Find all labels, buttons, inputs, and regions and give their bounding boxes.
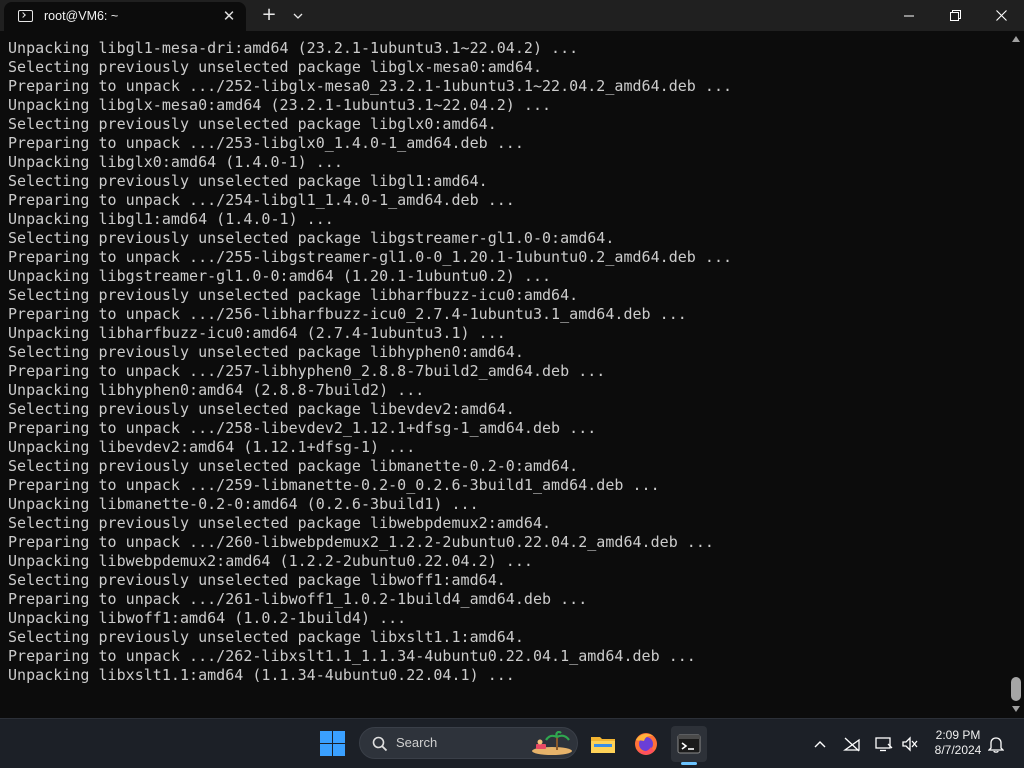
minimize-button[interactable] [886, 0, 932, 31]
terminal-line: Selecting previously unselected package … [8, 343, 524, 361]
terminal-line: Unpacking libmanette-0.2-0:amd64 (0.2.6-… [8, 495, 479, 513]
network-disconnected-icon [843, 737, 860, 752]
new-tab-button[interactable]: + [258, 5, 280, 27]
close-button[interactable] [978, 0, 1024, 31]
terminal-line: Preparing to unpack .../262-libxslt1.1_1… [8, 647, 696, 665]
terminal-line: Selecting previously unselected package … [8, 628, 524, 646]
tab-close-button[interactable]: ✕ [219, 6, 239, 26]
system-clock[interactable]: 2:09 PM 8/7/2024 [926, 728, 990, 758]
bell-icon [988, 737, 1004, 753]
start-logo-tile [333, 731, 345, 743]
terminal-line: Selecting previously unselected package … [8, 58, 542, 76]
windows-start-icon[interactable] [320, 731, 346, 757]
start-logo-tile [333, 744, 345, 756]
terminal-line: Unpacking libharfbuzz-icu0:amd64 (2.7.4-… [8, 324, 506, 342]
terminal-line: Preparing to unpack .../260-libwebpdemux… [8, 533, 714, 551]
terminal-line: Selecting previously unselected package … [8, 115, 497, 133]
terminal-line: Unpacking libhyphen0:amd64 (2.8.8-7build… [8, 381, 425, 399]
terminal-line: Selecting previously unselected package … [8, 571, 506, 589]
scrollbar-thumb[interactable] [1011, 677, 1021, 701]
volume-button[interactable] [898, 732, 922, 756]
title-bar: root@VM6: ~ ✕ + [0, 0, 1024, 31]
restore-icon [949, 10, 961, 21]
scroll-up-arrow-icon[interactable] [1012, 36, 1020, 42]
terminal-line: Unpacking libglx0:amd64 (1.4.0-1) ... [8, 153, 343, 171]
monitor-icon [875, 737, 893, 752]
close-icon [995, 10, 1007, 21]
terminal-line: Preparing to unpack .../253-libglx0_1.4.… [8, 134, 524, 152]
terminal-line: Preparing to unpack .../259-libmanette-0… [8, 476, 660, 494]
maximize-button[interactable] [932, 0, 978, 31]
speaker-muted-icon [902, 736, 918, 752]
scroll-down-arrow-icon[interactable] [1012, 706, 1020, 712]
chevron-up-icon [814, 741, 826, 748]
terminal-line: Preparing to unpack .../256-libharfbuzz-… [8, 305, 687, 323]
start-logo-tile [320, 744, 332, 756]
terminal-lines: Unpacking libgl1-mesa-dri:amd64 (23.2.1-… [8, 39, 732, 685]
search-icon [372, 736, 388, 752]
terminal-line: Preparing to unpack .../258-libevdev2_1.… [8, 419, 597, 437]
active-app-indicator [681, 762, 697, 765]
terminal-line: Unpacking libglx-mesa0:amd64 (23.2.1-1ub… [8, 96, 552, 114]
tab-dropdown-button[interactable] [288, 5, 308, 27]
folder-icon [591, 737, 615, 753]
terminal-output[interactable]: Unpacking libgl1-mesa-dri:amd64 (23.2.1-… [0, 31, 1008, 718]
file-explorer-button[interactable] [585, 726, 621, 762]
terminal-line: Selecting previously unselected package … [8, 514, 552, 532]
terminal-line: Selecting previously unselected package … [8, 172, 488, 190]
terminal-line: Preparing to unpack .../254-libgl1_1.4.0… [8, 191, 515, 209]
terminal-taskbar-button[interactable] [671, 726, 707, 762]
firefox-button[interactable] [628, 726, 664, 762]
tab-title: root@VM6: ~ [44, 9, 119, 23]
taskbar-search-box[interactable]: Search [359, 727, 578, 759]
clock-time: 2:09 PM [935, 728, 981, 742]
display-settings-button[interactable] [872, 732, 896, 756]
terminal-line: Unpacking libevdev2:amd64 (1.12.1+dfsg-1… [8, 438, 416, 456]
taskbar: Search 2:09 PM 8/7/2024 [0, 718, 1024, 768]
terminal-line: Preparing to unpack .../252-libglx-mesa0… [8, 77, 733, 95]
terminal-line: Selecting previously unselected package … [8, 400, 515, 418]
terminal-line: Preparing to unpack .../261-libwoff1_1.0… [8, 590, 588, 608]
notifications-button[interactable] [984, 732, 1008, 756]
terminal-line: Selecting previously unselected package … [8, 229, 615, 247]
terminal-line: Unpacking libxslt1.1:amd64 (1.1.34-4ubun… [8, 666, 515, 684]
terminal-line: Unpacking libgstreamer-gl1.0-0:amd64 (1.… [8, 267, 552, 285]
terminal-line: Unpacking libwoff1:amd64 (1.0.2-1build4)… [8, 609, 407, 627]
clock-date: 8/7/2024 [934, 743, 982, 757]
network-status-button[interactable] [840, 732, 864, 756]
terminal-line: Preparing to unpack .../257-libhyphen0_2… [8, 362, 606, 380]
vertical-scrollbar[interactable] [1008, 31, 1024, 718]
chevron-down-icon [293, 13, 303, 19]
terminal-line: Unpacking libgl1-mesa-dri:amd64 (23.2.1-… [8, 39, 579, 57]
terminal-icon [677, 734, 701, 754]
terminal-tab-icon [18, 10, 33, 22]
terminal-line: Unpacking libgl1:amd64 (1.4.0-1) ... [8, 210, 334, 228]
minimize-icon [904, 15, 914, 16]
terminal-line: Unpacking libwebpdemux2:amd64 (1.2.2-2ub… [8, 552, 533, 570]
show-hidden-icons-button[interactable] [808, 732, 832, 756]
tab-root-vm6[interactable]: root@VM6: ~ ✕ [4, 2, 246, 31]
search-label: Search [396, 735, 438, 750]
start-logo-tile [320, 731, 332, 743]
terminal-line: Selecting previously unselected package … [8, 457, 579, 475]
search-highlight-beach-icon [532, 731, 572, 755]
firefox-icon [635, 733, 657, 755]
terminal-line: Selecting previously unselected package … [8, 286, 579, 304]
terminal-line: Preparing to unpack .../255-libgstreamer… [8, 248, 733, 266]
